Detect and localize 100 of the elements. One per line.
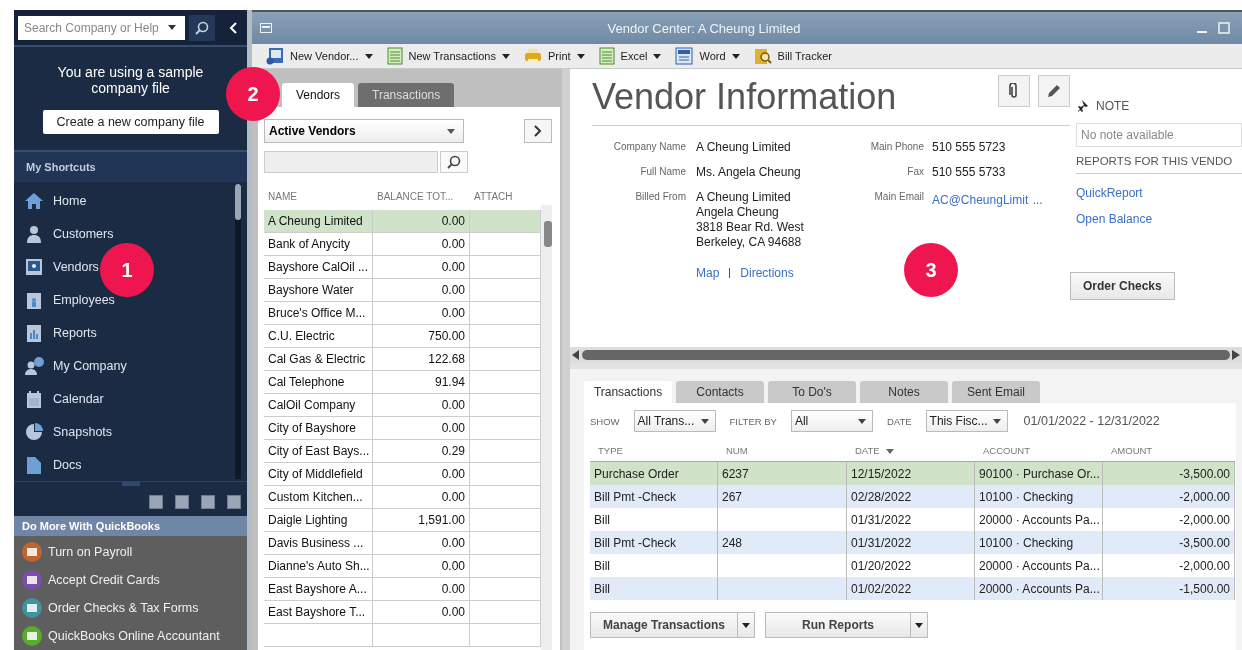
tab[interactable]: Transactions: [584, 381, 672, 403]
search-field[interactable]: Search Company or Help: [18, 15, 186, 40]
window-menu-icon[interactable]: [260, 23, 272, 33]
table-cell[interactable]: Bayshore CalOil ...: [264, 256, 373, 279]
tab[interactable]: Vendors: [282, 83, 355, 107]
table-cell[interactable]: East Bayshore A...: [264, 578, 373, 601]
toolbar-button[interactable]: New Vendor...: [266, 47, 373, 65]
directions-link[interactable]: Directions: [740, 266, 794, 280]
table-cell[interactable]: -2,000.00: [1103, 485, 1235, 508]
scrollbar[interactable]: [235, 184, 241, 479]
column-header[interactable]: NAME: [264, 187, 373, 205]
tab[interactable]: Transactions: [358, 83, 455, 107]
table-cell[interactable]: Custom Kitchen...: [264, 486, 373, 509]
table-cell[interactable]: Bayshore Water: [264, 279, 373, 302]
promo-item[interactable]: Accept Credit Cards: [14, 566, 247, 594]
toolbar-button[interactable]: Excel: [598, 47, 662, 65]
table-cell[interactable]: CalOil Company: [264, 394, 373, 417]
table-cell[interactable]: 6237: [718, 462, 847, 485]
table-cell[interactable]: 248: [718, 531, 847, 554]
table-cell[interactable]: Purchase Order: [590, 462, 718, 485]
table-cell[interactable]: -3,500.00: [1103, 531, 1235, 554]
filter-dropdown[interactable]: This Fisc...: [925, 410, 1008, 432]
table-cell[interactable]: City of Middlefield: [264, 463, 373, 486]
field-label: Fax: [906, 165, 924, 179]
table-cell[interactable]: -3,500.00: [1103, 462, 1235, 485]
column-header[interactable]: BALANCE TOT...: [373, 187, 470, 205]
map-link[interactable]: Map: [696, 266, 720, 280]
shortcut-item[interactable]: My Company: [24, 349, 127, 382]
table-cell[interactable]: Bill: [590, 577, 718, 600]
table-cell[interactable]: 02/28/2022: [847, 485, 975, 508]
tab[interactable]: Sent Email: [952, 381, 1040, 403]
table-cell[interactable]: C.U. Electric: [264, 325, 373, 348]
table-cell[interactable]: Bill Pmt -Check: [590, 485, 718, 508]
vendor-filter-dropdown[interactable]: Active Vendors: [264, 119, 464, 143]
maximize-icon[interactable]: [1218, 22, 1230, 34]
table-cell[interactable]: 90100 · Purchase Or...: [975, 462, 1103, 485]
table-cell[interactable]: Cal Gas & Electric: [264, 348, 373, 371]
column-header[interactable]: ATTACH: [470, 187, 541, 205]
email-link[interactable]: AC@CheungLimit: [932, 193, 1029, 207]
table-cell[interactable]: 20000 · Accounts Pa...: [975, 577, 1103, 600]
promo-item[interactable]: Turn on Payroll: [14, 538, 247, 566]
search-button[interactable]: [189, 14, 216, 41]
table-cell[interactable]: 12/15/2022: [847, 462, 975, 485]
dropdown-button[interactable]: Manage Transactions: [590, 612, 756, 638]
storefront-icon: [24, 257, 44, 276]
table-cell[interactable]: -1,500.00: [1103, 577, 1235, 600]
table-cell[interactable]: Cal Telephone: [264, 371, 373, 394]
edit-button[interactable]: [1038, 75, 1070, 107]
search-button[interactable]: [440, 151, 468, 173]
toolbar-button[interactable]: New Transactions: [386, 47, 510, 65]
scrollbar[interactable]: [570, 347, 1242, 363]
toolbar-button[interactable]: Print: [523, 48, 585, 64]
table-cell: 0.00: [373, 417, 470, 440]
shortcut-item[interactable]: Docs: [24, 448, 82, 481]
table-cell[interactable]: Daigle Lighting: [264, 509, 373, 532]
report-link[interactable]: QuickReport: [1076, 186, 1242, 200]
filter-dropdown[interactable]: All: [790, 410, 873, 432]
dropdown-button[interactable]: Run Reports: [765, 612, 929, 638]
table-cell[interactable]: 01/02/2022: [847, 577, 975, 600]
create-company-button[interactable]: Create a new company file: [42, 109, 219, 134]
order-checks-button[interactable]: Order Checks: [1070, 272, 1175, 300]
scrollbar[interactable]: [541, 205, 552, 650]
table-cell[interactable]: City of Bayshore: [264, 417, 373, 440]
tab[interactable]: Notes: [860, 381, 948, 403]
toolbar-button[interactable]: Bill Tracker: [753, 47, 832, 65]
resize-handle[interactable]: [121, 482, 140, 486]
note-field[interactable]: No note available: [1076, 123, 1242, 147]
caret-icon: [447, 128, 455, 134]
filter-dropdown[interactable]: All Trans...: [633, 410, 716, 432]
shortcut-item[interactable]: Vendors: [24, 250, 99, 283]
shortcut-item[interactable]: Calendar: [24, 382, 104, 415]
vendor-search-field[interactable]: [264, 151, 438, 173]
table-cell[interactable]: City of East Bays...: [264, 440, 373, 463]
toolbar-button[interactable]: Word: [675, 47, 740, 65]
table-cell[interactable]: Bank of Anycity: [264, 233, 373, 256]
tab[interactable]: Contacts: [676, 381, 764, 403]
scroll-right-icon[interactable]: [1232, 350, 1240, 360]
table-cell[interactable]: 01/31/2022: [847, 531, 975, 554]
expand-button[interactable]: [524, 119, 552, 143]
promo-item[interactable]: QuickBooks Online Accountant: [14, 622, 247, 650]
table-cell[interactable]: Dianne's Auto Sh...: [264, 555, 373, 578]
shortcut-item[interactable]: Reports: [24, 316, 97, 349]
table-cell[interactable]: Bruce's Office M...: [264, 302, 373, 325]
table-cell[interactable]: [718, 577, 847, 600]
table-cell: 750.00: [373, 325, 470, 348]
attach-button[interactable]: [998, 75, 1030, 107]
table-cell[interactable]: Davis Business ...: [264, 532, 373, 555]
table-cell[interactable]: 10100 · Checking: [975, 531, 1103, 554]
table-cell[interactable]: 267: [718, 485, 847, 508]
tab[interactable]: To Do's: [768, 381, 856, 403]
scroll-left-icon[interactable]: [572, 350, 580, 360]
shortcut-item[interactable]: Snapshots: [24, 415, 113, 448]
shortcut-item[interactable]: Home: [24, 184, 87, 217]
report-link[interactable]: Open Balance: [1076, 212, 1242, 226]
promo-item[interactable]: Order Checks & Tax Forms: [14, 594, 247, 622]
table-cell[interactable]: 10100 · Checking: [975, 485, 1103, 508]
more-link[interactable]: ...: [1032, 193, 1043, 207]
table-cell[interactable]: East Bayshore T...: [264, 601, 373, 624]
table-cell[interactable]: Bill Pmt -Check: [590, 531, 718, 554]
table-cell[interactable]: A Cheung Limited: [264, 210, 373, 233]
